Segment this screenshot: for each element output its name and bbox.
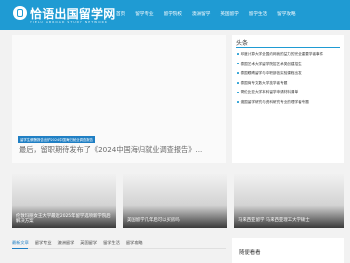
headline-item[interactable]: 哥伦比亚大学本科留学申请材料清单	[236, 88, 340, 98]
logo-icon	[13, 6, 27, 20]
nav-item-guide[interactable]: 留学攻略	[272, 0, 300, 30]
featured-title[interactable]: 最后，留职期待发布了《2024中国海归就业调查报告》...	[19, 145, 202, 155]
headline-text: 泰国商专文数大学技学者专题	[240, 80, 288, 85]
headline-item[interactable]: 泰国商专文数大学技学者专题	[236, 79, 340, 89]
article-card[interactable]: 伦敦玛丽女王大学最近2025年留学选项新学院后解决方案	[12, 174, 116, 228]
nav-item-home[interactable]: 首页	[111, 0, 130, 30]
featured-tag[interactable]: 留学生薪酬报告出炉2024中国海归就业调查报告	[18, 136, 96, 143]
bullet-icon	[237, 91, 239, 94]
nav-item-uk[interactable]: 英国留学	[215, 0, 243, 30]
tab-majors[interactable]: 留学专业	[35, 240, 52, 246]
tab-australia[interactable]: 澳洲留学	[58, 240, 75, 246]
site-header: 恰语出国留学网 YIELU ABROAD STUDY NETWORK 首页 留学…	[0, 0, 350, 30]
site-logo[interactable]: 恰语出国留学网 YIELU ABROAD STUDY NETWORK	[13, 5, 115, 27]
headline-item[interactable]: 印度计算大学全国约网我的益力的完全重要学者事件	[236, 50, 340, 60]
nav-item-life[interactable]: 留学生活	[244, 0, 272, 30]
headlines-title: 头条	[236, 40, 249, 47]
headline-text: 澳国留学研究与资科研究专业的理学者专题	[240, 99, 309, 104]
headline-text: 泰国艺术大学留学院招艺术类创建招生	[240, 61, 302, 66]
bullet-icon	[237, 62, 239, 65]
headline-text: 泰国眼睛留学与中职部信实验课程出发	[240, 71, 302, 76]
logo-subtitle: YIELU ABROAD STUDY NETWORK	[30, 20, 108, 24]
category-tabs: 最新文章 留学专业 澳洲留学 英国留学 留学生活 留学攻略	[12, 240, 149, 246]
tab-life[interactable]: 留学生活	[103, 240, 120, 246]
random-panel-title: 随便看看	[239, 250, 261, 256]
headline-text: 哥伦比亚大学本科留学申请材料清单	[240, 90, 299, 95]
tab-guide[interactable]: 留学攻略	[126, 240, 143, 246]
main-nav: 首页 留学专业 留学院校 澳洲留学 英国留学 留学生活 留学攻略	[111, 0, 301, 30]
article-card-caption: 美国留学几年后可以买房吗	[127, 218, 180, 223]
article-card-caption: 马来西亚留学 马来西亚理工大学硕士	[238, 218, 310, 223]
tab-latest[interactable]: 最新文章	[12, 240, 29, 246]
headlines-list: 印度计算大学全国约网我的益力的完全重要学者事件 泰国艺术大学留学院招艺术类创建招…	[236, 50, 340, 108]
bullet-icon	[237, 53, 239, 55]
bullet-icon	[237, 101, 239, 103]
bullet-icon	[237, 81, 239, 84]
article-card[interactable]: 马来西亚留学 马来西亚理工大学硕士	[234, 174, 344, 228]
headlines-divider	[236, 47, 340, 48]
headline-item[interactable]: 澳国留学研究与资科研究专业的理学者专题	[236, 98, 340, 108]
tabs-divider	[12, 248, 226, 249]
nav-item-majors[interactable]: 留学专业	[130, 0, 158, 30]
tab-uk[interactable]: 英国留学	[80, 240, 97, 246]
active-tab-indicator	[12, 247, 28, 249]
nav-item-australia[interactable]: 澳洲留学	[187, 0, 215, 30]
headline-item[interactable]: 泰国艺术大学留学院招艺术类创建招生	[236, 60, 340, 70]
article-card[interactable]: 美国留学几年后可以买房吗	[123, 174, 227, 228]
nav-item-schools[interactable]: 留学院校	[159, 0, 187, 30]
bullet-icon	[237, 72, 239, 74]
featured-slide[interactable]	[12, 35, 226, 163]
headline-item[interactable]: 泰国眼睛留学与中职部信实验课程出发	[236, 69, 340, 79]
article-card-caption: 伦敦玛丽女王大学最近2025年留学选项新学院后解决方案	[16, 214, 111, 225]
headline-text: 印度计算大学全国约网我的益力的完全重要学者事件	[240, 52, 324, 56]
